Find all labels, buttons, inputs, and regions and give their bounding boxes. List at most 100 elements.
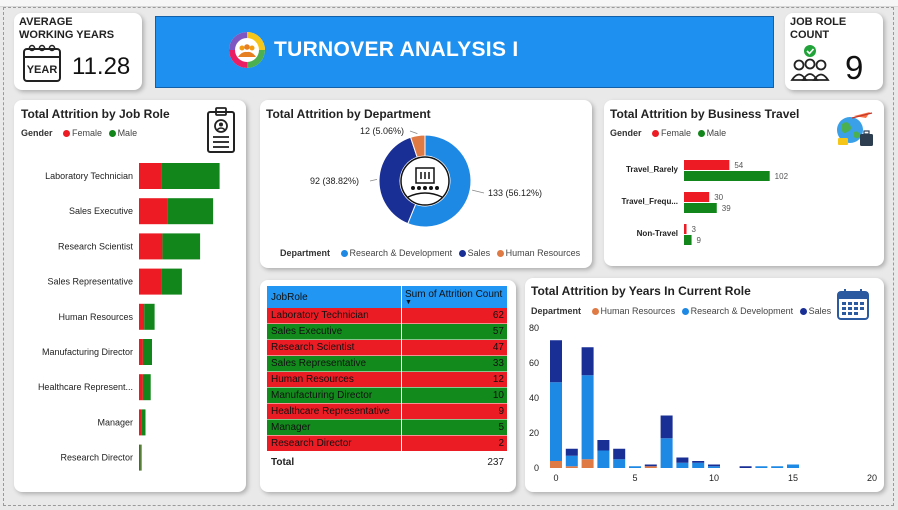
years-legend: Department Human Resources Research & De… xyxy=(531,306,831,316)
bar-female-research-scientist[interactable] xyxy=(139,233,163,260)
bar-female-sales-executive[interactable] xyxy=(139,198,168,225)
bar-sales-year-9[interactable] xyxy=(692,461,705,463)
donut-leader-line xyxy=(369,179,378,182)
table-row[interactable]: Human Resources 12 xyxy=(267,371,507,388)
bar-research-development-year-15[interactable] xyxy=(787,464,799,469)
kpi-job-role-count-card[interactable]: JOB ROLE COUNT 9 xyxy=(785,13,883,90)
bar-sales-year-8[interactable] xyxy=(676,457,689,463)
bar-research-development-year-5[interactable] xyxy=(629,466,641,468)
legend-male-label[interactable]: Male xyxy=(707,128,727,138)
bar-male-manufacturing-director[interactable] xyxy=(142,339,152,365)
bar-female-travel-frequ[interactable] xyxy=(684,192,710,202)
title-banner: TURNOVER ANALYSIS I xyxy=(155,16,774,88)
header-jobrole[interactable]: JobRole xyxy=(267,286,402,308)
bar-male-sales-executive[interactable] xyxy=(167,198,214,225)
department-chart-card[interactable]: Total Attrition by Department 133 (56.12… xyxy=(260,100,592,268)
bar-sales-year-0[interactable] xyxy=(550,340,562,383)
bar-female-healthcare-represent[interactable] xyxy=(139,374,143,401)
bar-research-development-year-14[interactable] xyxy=(771,466,784,468)
travel-chart-card[interactable]: Total Attrition by Business Travel Gende… xyxy=(604,100,884,266)
table-row[interactable]: Healthcare Representative 9 xyxy=(267,403,507,420)
y-tick-label: 40 xyxy=(529,393,539,403)
years-chart-title: Total Attrition by Years In Current Role xyxy=(531,284,751,298)
bar-research-development-year-10[interactable] xyxy=(708,466,720,468)
donut-data-label-research-development: 133 (56.12%) xyxy=(488,188,542,198)
jobrole-table-card[interactable]: JobRole Sum of Attrition Count ▼ Laborato… xyxy=(260,280,516,492)
bar-research-development-year-4[interactable] xyxy=(613,459,626,468)
bar-human-resources-year-6[interactable] xyxy=(644,466,657,468)
bar-female-sales-representative[interactable] xyxy=(139,268,162,295)
bar-research-development-year-2[interactable] xyxy=(581,375,594,460)
years-in-role-chart-card[interactable]: Total Attrition by Years In Current Role… xyxy=(525,278,884,492)
job-role-legend: Gender Female Male xyxy=(21,128,137,138)
bar-sales-year-12[interactable] xyxy=(739,466,752,468)
table-row[interactable]: Manager 5 xyxy=(267,419,507,436)
legend-rnd-dot xyxy=(681,308,689,316)
id-badge-icon xyxy=(207,107,235,153)
bar-male-manager[interactable] xyxy=(141,409,146,436)
bar-male-research-director[interactable] xyxy=(140,444,142,471)
bar-female-manager[interactable] xyxy=(139,409,142,436)
bar-sales-year-1[interactable] xyxy=(565,448,578,456)
legend-hr-label[interactable]: Human Resources xyxy=(601,306,676,316)
legend-title: Gender xyxy=(21,128,53,138)
bar-sales-year-6[interactable] xyxy=(644,464,657,467)
legend-female-label[interactable]: Female xyxy=(661,128,691,138)
header-sum-attrition[interactable]: Sum of Attrition Count ▼ xyxy=(402,286,508,308)
table-row[interactable]: Research Scientist 47 xyxy=(267,339,507,357)
bar-male-travel-frequ[interactable] xyxy=(684,203,717,213)
bar-female-laboratory-technician[interactable] xyxy=(139,163,162,189)
bar-male-healthcare-represent[interactable] xyxy=(142,374,151,401)
bar-male-travel-rarely[interactable] xyxy=(684,171,770,181)
table-row[interactable]: Laboratory Technician 62 xyxy=(267,308,507,325)
legend-male-label[interactable]: Male xyxy=(118,128,138,138)
job-role-tick-label: Research Scientist xyxy=(58,241,134,251)
team-people-icon xyxy=(790,45,830,81)
bar-female-travel-rarely[interactable] xyxy=(684,160,730,170)
bar-human-resources-year-2[interactable] xyxy=(581,459,594,468)
bar-male-research-scientist[interactable] xyxy=(162,233,201,260)
kpi-avg-working-years-card[interactable]: AVERAGE WORKING YEARS YEAR 11.28 xyxy=(14,13,142,90)
bar-research-development-year-0[interactable] xyxy=(550,382,562,461)
table-row[interactable]: Sales Representative 33 xyxy=(267,355,507,373)
bar-research-development-year-7[interactable] xyxy=(660,438,673,468)
bar-female-manufacturing-director[interactable] xyxy=(139,339,143,365)
bar-sales-year-10[interactable] xyxy=(708,464,720,467)
bar-research-development-year-1[interactable] xyxy=(565,455,578,467)
legend-sales-label[interactable]: Sales xyxy=(468,248,491,258)
bar-research-development-year-3[interactable] xyxy=(597,450,610,469)
bar-human-resources-year-0[interactable] xyxy=(550,461,562,468)
jobrole-table: JobRole Sum of Attrition Count ▼ Laborato… xyxy=(267,286,508,474)
bar-female-human-resources[interactable] xyxy=(139,303,145,330)
bar-sales-year-4[interactable] xyxy=(613,448,626,460)
legend-rnd-label[interactable]: Research & Development xyxy=(350,248,453,258)
legend-hr-label[interactable]: Human Resources xyxy=(506,248,581,258)
bar-research-development-year-13[interactable] xyxy=(755,466,768,468)
travel-legend: Gender Female Male xyxy=(610,128,726,138)
bar-research-development-year-9[interactable] xyxy=(692,462,705,468)
bar-sales-year-2[interactable] xyxy=(581,347,594,376)
bar-research-development-year-8[interactable] xyxy=(676,462,689,468)
bar-male-laboratory-technician[interactable] xyxy=(161,163,220,189)
bar-human-resources-year-1[interactable] xyxy=(565,466,578,468)
legend-rnd-label[interactable]: Research & Development xyxy=(691,306,794,316)
bar-sales-year-3[interactable] xyxy=(597,440,610,451)
bar-female-non-travel[interactable] xyxy=(684,224,687,234)
job-role-chart-card[interactable]: Total Attrition by Job Role Gender Femal… xyxy=(14,100,246,492)
travel-data-label: 102 xyxy=(775,172,789,181)
legend-female-label[interactable]: Female xyxy=(72,128,102,138)
legend-title: Gender xyxy=(610,128,642,138)
table-row[interactable]: Sales Executive 57 xyxy=(267,323,507,341)
table-row[interactable]: Manufacturing Director 10 xyxy=(267,387,507,404)
cell-jobrole: Research Scientist xyxy=(267,339,402,357)
bar-male-non-travel[interactable] xyxy=(684,235,692,245)
cell-attrition-count: 47 xyxy=(401,339,507,357)
bar-sales-year-7[interactable] xyxy=(660,415,673,439)
bar-male-human-resources[interactable] xyxy=(144,303,155,330)
bar-female-research-director[interactable] xyxy=(139,444,141,471)
table-row[interactable]: Research Director 2 xyxy=(267,435,507,452)
legend-sales-label[interactable]: Sales xyxy=(809,306,832,316)
sort-desc-icon[interactable]: ▼ xyxy=(405,299,504,306)
bar-male-sales-representative[interactable] xyxy=(161,268,182,295)
department-donut-svg: 133 (56.12%) 92 (38.82%) 12 (5.06%) xyxy=(310,126,542,228)
